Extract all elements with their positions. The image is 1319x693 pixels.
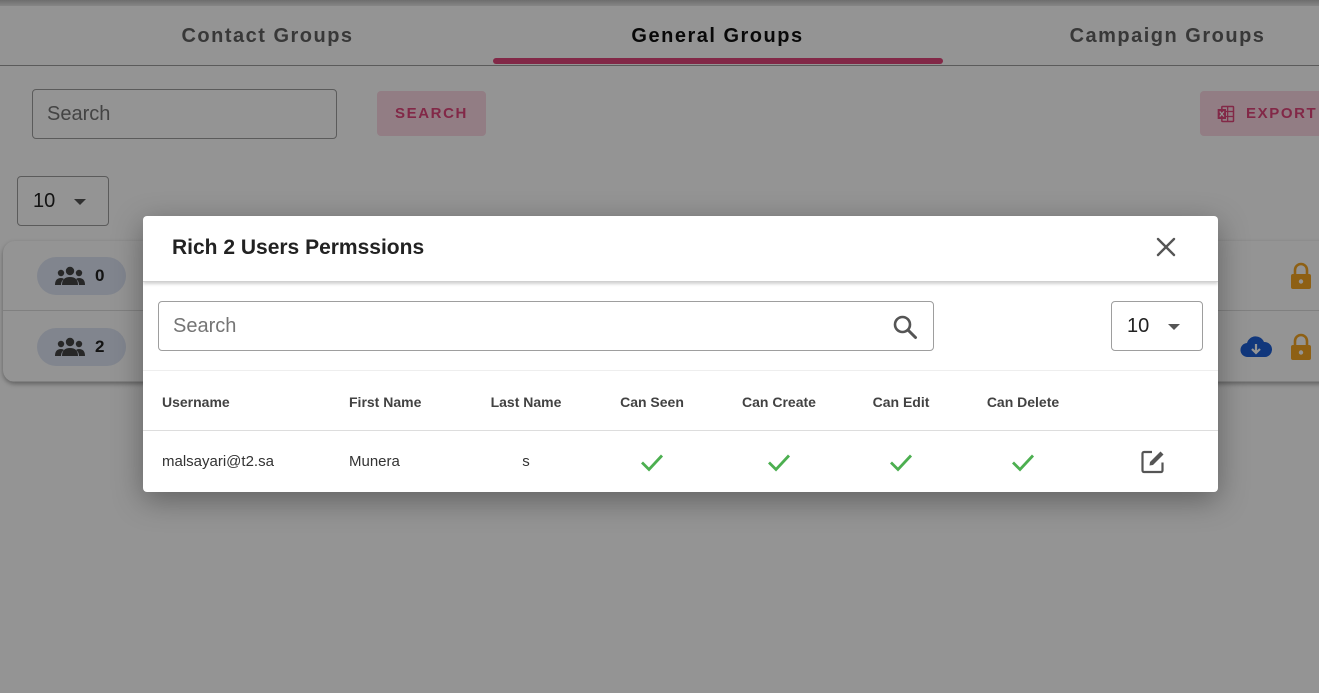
check-icon (641, 454, 664, 472)
column-header-can-create[interactable]: Can Create (729, 371, 829, 432)
search-icon[interactable] (892, 314, 918, 340)
cell-can-seen (602, 431, 702, 492)
cell-first-name: Munera (349, 453, 400, 470)
users-per-page-select[interactable]: 10 (1111, 301, 1203, 351)
cell-can-create (729, 431, 829, 492)
users-per-page-value: 10 (1127, 314, 1150, 337)
cell-username: malsayari@t2.sa (162, 453, 274, 470)
chevron-down-icon (1168, 324, 1180, 330)
column-header-can-edit[interactable]: Can Edit (851, 371, 951, 432)
check-icon (1012, 454, 1035, 472)
close-icon[interactable] (1153, 234, 1179, 260)
check-icon (768, 454, 791, 472)
table-header: Username First Name Last Name Can Seen C… (143, 370, 1218, 431)
column-header-can-delete[interactable]: Can Delete (973, 371, 1073, 432)
column-header-first-name[interactable]: First Name (349, 371, 421, 432)
dialog-header: Rich 2 Users Permssions (143, 216, 1218, 282)
dialog-title: Rich 2 Users Permssions (172, 236, 425, 259)
users-search-field (158, 301, 934, 351)
cell-can-delete (973, 431, 1073, 492)
users-search-input[interactable] (173, 302, 873, 350)
cell-actions (1133, 431, 1173, 492)
edit-icon[interactable] (1139, 448, 1167, 476)
cell-last-name: s (522, 453, 530, 470)
cell-can-edit (851, 431, 951, 492)
column-header-username[interactable]: Username (162, 371, 230, 432)
column-header-last-name[interactable]: Last Name (476, 371, 576, 432)
permissions-dialog: Rich 2 Users Permssions 10 Username Firs… (143, 216, 1218, 492)
table-row: malsayari@t2.sa Munera s (143, 431, 1218, 492)
column-header-can-seen[interactable]: Can Seen (602, 371, 702, 432)
check-icon (890, 454, 913, 472)
